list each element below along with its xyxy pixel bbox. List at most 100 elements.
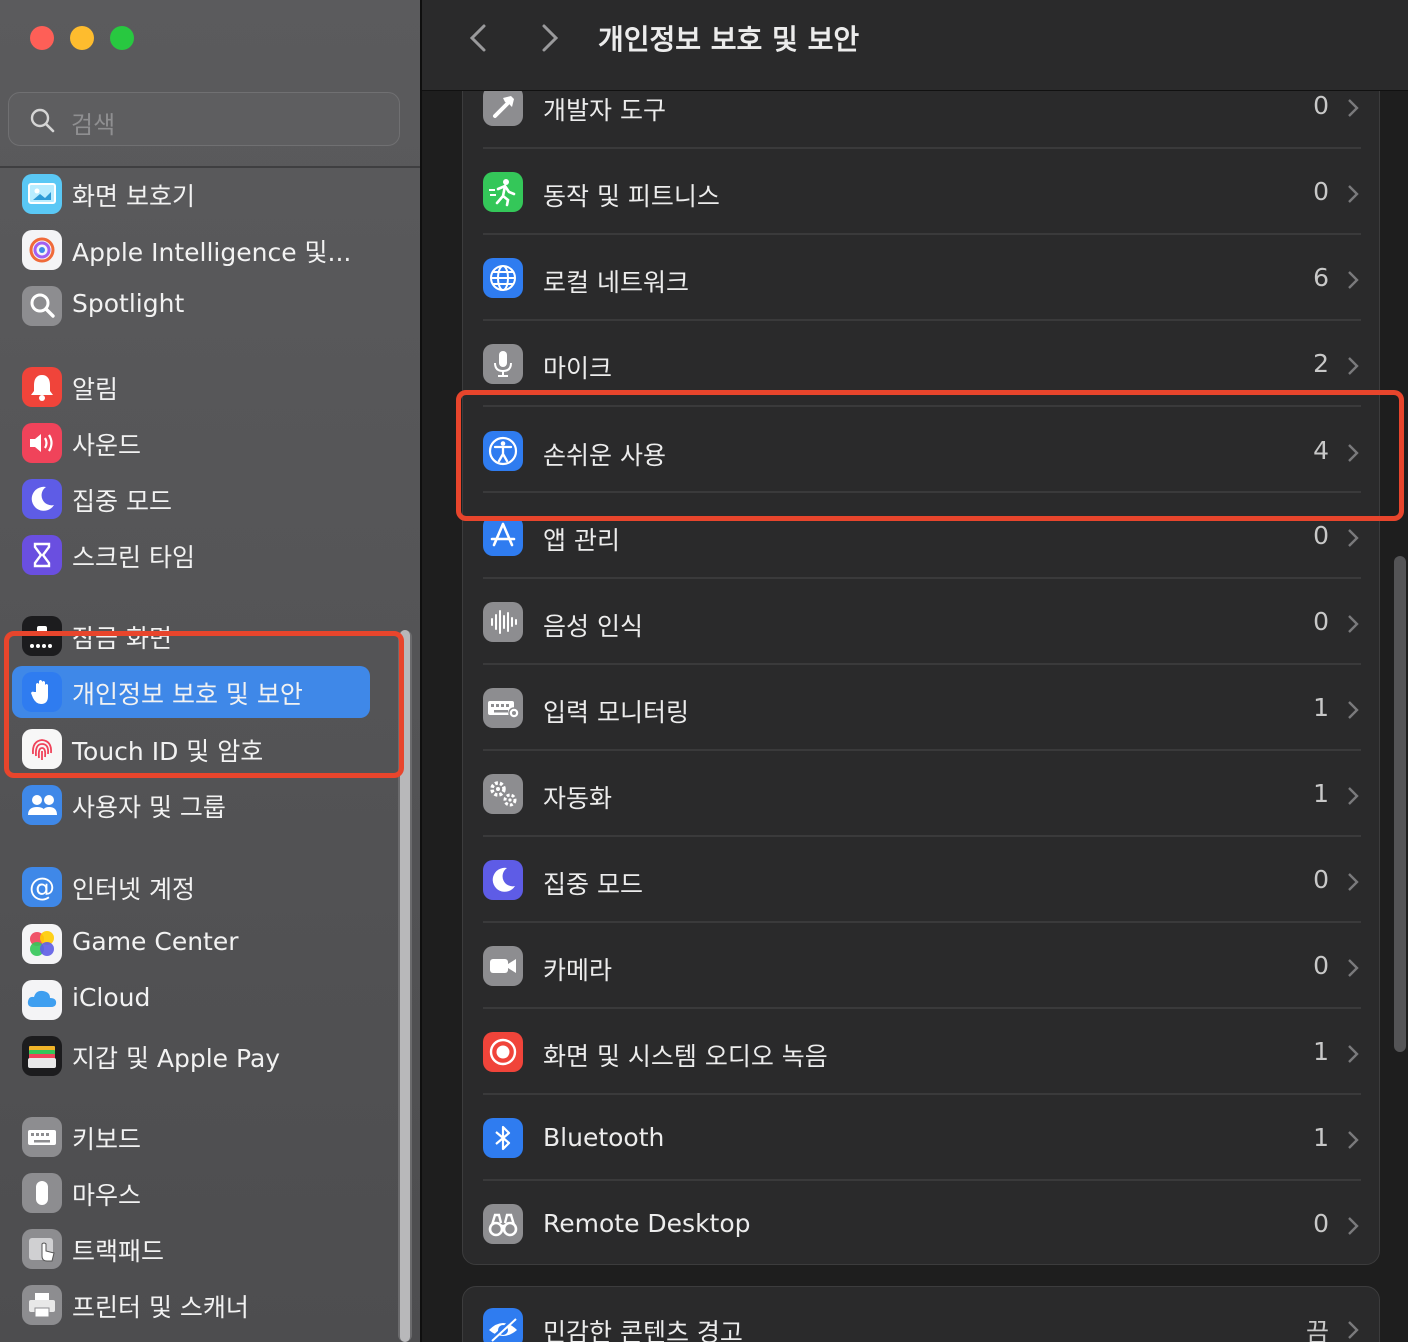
list-item[interactable]: 집중 모드 0 — [463, 837, 1379, 923]
row-count: 0 — [1313, 91, 1329, 120]
privacy-hand-icon — [22, 672, 62, 712]
row-label: 로컬 네트워크 — [543, 268, 689, 297]
sidebar-item-label: 트랙패드 — [72, 1237, 165, 1266]
lock-screen-icon — [22, 616, 62, 656]
row-count: 0 — [1313, 177, 1329, 206]
list-item[interactable]: Bluetooth 1 — [463, 1095, 1379, 1181]
list-item[interactable]: 카메라 0 — [463, 923, 1379, 1009]
chevron-right-icon — [1345, 526, 1361, 550]
main-scrollbar[interactable] — [1394, 556, 1406, 1052]
sidebar-item-users-groups[interactable]: 사용자 및 그룹 — [12, 779, 370, 831]
sidebar-item-label: 지갑 및 Apple Pay — [72, 1044, 281, 1073]
permissions-list: 개발자 도구 0 동작 및 피트니스 0 로컬 네트워크 6 마이크 2 손쉬운… — [462, 60, 1380, 1265]
chevron-right-icon — [1345, 784, 1361, 808]
sidebar-item-screen-time[interactable]: 스크린 타임 — [12, 529, 370, 581]
row-count: 0 — [1313, 521, 1329, 550]
sidebar-item-label: 인터넷 계정 — [72, 875, 195, 904]
svg-text:@: @ — [29, 873, 55, 903]
row-count: 0 — [1313, 1209, 1329, 1238]
row-label: Remote Desktop — [543, 1209, 751, 1238]
touch-id-fingerprint-icon — [22, 729, 62, 769]
sensitive-content-eye-icon — [483, 1308, 523, 1342]
close-window-button[interactable] — [30, 26, 54, 50]
row-label: 카메라 — [543, 956, 613, 985]
chevron-right-icon — [1345, 956, 1361, 980]
list-item[interactable]: 손쉬운 사용 4 — [463, 407, 1379, 493]
chevron-right-icon — [1345, 354, 1361, 378]
list-item[interactable]: 입력 모니터링 1 — [463, 665, 1379, 751]
row-label: 입력 모니터링 — [543, 698, 689, 727]
sidebar-item-label: 화면 보호기 — [72, 182, 195, 211]
list-item[interactable]: Remote Desktop 0 — [463, 1181, 1379, 1267]
row-label: 동작 및 피트니스 — [543, 182, 720, 211]
back-button[interactable] — [458, 18, 498, 58]
notifications-icon — [22, 367, 62, 407]
zoom-window-button[interactable] — [110, 26, 134, 50]
camera-icon — [483, 946, 523, 986]
chevron-right-icon — [1345, 1318, 1361, 1342]
printer-icon — [22, 1285, 62, 1325]
sidebar-item-touch-id[interactable]: Touch ID 및 암호 — [12, 723, 370, 775]
sidebar-item-label: 사운드 — [72, 431, 142, 460]
input-monitoring-keyboard-icon — [483, 688, 523, 728]
chevron-right-icon — [1345, 698, 1361, 722]
list-item[interactable]: 화면 및 시스템 오디오 녹음 1 — [463, 1009, 1379, 1095]
sidebar-item-icloud[interactable]: iCloud — [12, 974, 370, 1026]
row-value: 끔 — [1305, 1318, 1329, 1342]
sidebar-item-sound[interactable]: 사운드 — [12, 417, 370, 469]
row-count: 0 — [1313, 865, 1329, 894]
sidebar-item-focus[interactable]: 집중 모드 — [12, 473, 370, 525]
users-groups-icon — [22, 785, 62, 825]
row-count: 0 — [1313, 951, 1329, 980]
list-item[interactable]: 로컬 네트워크 6 — [463, 235, 1379, 321]
sidebar-item-apple-intelligence[interactable]: Apple Intelligence 및... — [12, 224, 370, 276]
sidebar-item-screen-saver[interactable]: 화면 보호기 — [12, 168, 370, 220]
sidebar-item-label: 개인정보 보호 및 보안 — [72, 680, 303, 709]
search-field[interactable]: 검색 — [8, 92, 400, 146]
forward-button[interactable] — [530, 18, 570, 58]
sidebar-scrollbar-thumb[interactable] — [400, 630, 410, 1342]
main-pane: 개발자 도구 0 동작 및 피트니스 0 로컬 네트워크 6 마이크 2 손쉬운… — [422, 0, 1408, 1342]
list-item[interactable]: 앱 관리 0 — [463, 493, 1379, 579]
sidebar-item-spotlight[interactable]: Spotlight — [12, 280, 370, 332]
list-item[interactable]: 자동화 1 — [463, 751, 1379, 837]
chevron-right-icon — [542, 24, 559, 52]
sidebar-scrollbar[interactable] — [398, 630, 412, 1342]
chevron-right-icon — [1345, 1042, 1361, 1066]
sidebar-item-wallet[interactable]: 지갑 및 Apple Pay — [12, 1030, 370, 1082]
row-label: 자동화 — [543, 784, 613, 813]
sidebar-item-internet-accounts[interactable]: @ 인터넷 계정 — [12, 861, 370, 913]
row-label: 음성 인식 — [543, 612, 643, 641]
sidebar-item-label: 키보드 — [72, 1125, 142, 1154]
list-item-sensitive-content[interactable]: 민감한 콘텐츠 경고 끔 — [463, 1287, 1379, 1342]
sidebar-item-label: 사용자 및 그룹 — [72, 793, 226, 822]
sidebar-item-game-center[interactable]: Game Center — [12, 918, 370, 970]
sidebar-item-label: iCloud — [72, 983, 151, 1012]
chevron-left-icon — [469, 24, 486, 52]
sidebar-item-notifications[interactable]: 알림 — [12, 361, 370, 413]
chevron-right-icon — [1345, 441, 1361, 465]
internet-accounts-at-icon: @ — [22, 867, 62, 907]
toolbar: 개인정보 보호 및 보안 — [422, 0, 1408, 91]
list-item[interactable]: 마이크 2 — [463, 321, 1379, 407]
focus-moon-icon — [483, 860, 523, 900]
sidebar-item-trackpad[interactable]: 트랙패드 — [12, 1223, 370, 1275]
list-item[interactable]: 동작 및 피트니스 0 — [463, 149, 1379, 235]
sidebar-item-mouse[interactable]: 마우스 — [12, 1167, 370, 1219]
row-count: 0 — [1313, 607, 1329, 636]
sidebar-item-printers[interactable]: 프린터 및 스캐너 — [12, 1279, 370, 1331]
sidebar-item-lock-screen[interactable]: 잠금 화면 — [12, 610, 370, 662]
speech-recognition-icon — [483, 602, 523, 642]
list-item[interactable]: 음성 인식 0 — [463, 579, 1379, 665]
sidebar-item-label: 잠금 화면 — [72, 624, 172, 653]
minimize-window-button[interactable] — [70, 26, 94, 50]
page-title: 개인정보 보호 및 보안 — [598, 23, 860, 56]
sidebar-item-label: 알림 — [72, 375, 119, 404]
chevron-right-icon — [1345, 182, 1361, 206]
row-count: 1 — [1313, 1123, 1329, 1152]
accessibility-icon — [483, 431, 523, 471]
sidebar-item-privacy-security[interactable]: 개인정보 보호 및 보안 — [12, 666, 370, 718]
sidebar-item-label: Spotlight — [72, 289, 185, 318]
sidebar-item-keyboard[interactable]: 키보드 — [12, 1111, 370, 1163]
wallet-icon — [22, 1036, 62, 1076]
